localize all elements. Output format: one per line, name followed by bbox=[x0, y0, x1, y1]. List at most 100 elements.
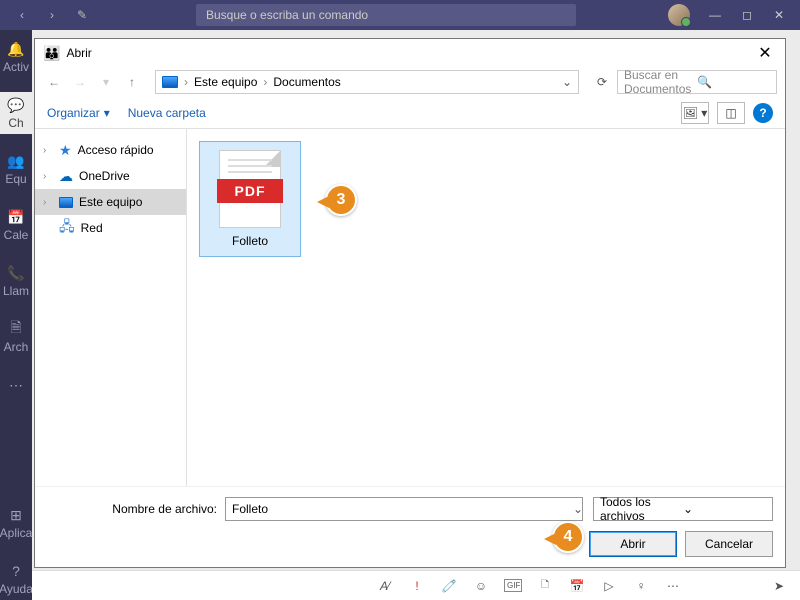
filename-input[interactable] bbox=[225, 497, 583, 521]
nav-forward-icon[interactable]: › bbox=[40, 3, 64, 27]
rail-teams[interactable]: 👥 Equ bbox=[0, 148, 32, 190]
more-compose-icon[interactable]: ⋯ bbox=[664, 579, 682, 593]
expand-icon[interactable]: › bbox=[43, 145, 53, 156]
back-icon[interactable]: ← bbox=[43, 71, 65, 93]
help-icon: ? bbox=[7, 562, 25, 580]
breadcrumb[interactable]: › Este equipo › Documentos ⌄ bbox=[155, 70, 579, 94]
view-mode-button[interactable]: 🖼 ▾ bbox=[681, 102, 709, 124]
important-icon[interactable]: ! bbox=[408, 579, 426, 593]
close-icon[interactable]: ✕ bbox=[753, 43, 777, 63]
filename-dropdown-icon[interactable]: ⌄ bbox=[571, 497, 585, 521]
chevron-down-icon[interactable]: ⌄ bbox=[562, 75, 572, 89]
file-list: PDF Folleto 3 bbox=[187, 129, 785, 486]
file-item-folleto[interactable]: PDF Folleto bbox=[199, 141, 301, 257]
rail-calls[interactable]: 📞 Llam bbox=[0, 260, 32, 302]
minimize-icon[interactable]: — bbox=[700, 0, 730, 30]
up-icon[interactable]: ↑ bbox=[121, 71, 143, 93]
bell-icon: 🔔 bbox=[7, 40, 25, 58]
new-folder-button[interactable]: Nueva carpeta bbox=[128, 106, 206, 120]
organize-button[interactable]: Organizar ▾ bbox=[47, 106, 110, 120]
breadcrumb-root[interactable]: Este equipo bbox=[194, 75, 257, 89]
organize-label: Organizar bbox=[47, 106, 100, 120]
rail-apps[interactable]: ⊞ Aplica bbox=[0, 502, 32, 544]
nav-back-icon[interactable]: ‹ bbox=[10, 3, 34, 27]
pc-icon bbox=[162, 76, 178, 88]
teams-icon: 👥 bbox=[7, 152, 25, 170]
pdf-badge: PDF bbox=[217, 179, 283, 203]
tree-label: Este equipo bbox=[79, 195, 142, 209]
tree-onedrive[interactable]: ›☁OneDrive bbox=[35, 163, 186, 189]
emoji-icon[interactable]: ☺ bbox=[472, 579, 490, 593]
rail-help[interactable]: ? Ayuda bbox=[0, 558, 32, 600]
file-name-label: Folleto bbox=[232, 234, 268, 248]
network-icon: 🖧 bbox=[59, 216, 75, 240]
user-avatar[interactable] bbox=[668, 4, 690, 26]
open-file-dialog: 👪 Abrir ✕ ← → ▾ ↑ › Este equipo › Docume… bbox=[34, 38, 786, 568]
search-documents-input[interactable]: Buscar en Documentos 🔍 bbox=[617, 70, 777, 94]
compose-icon[interactable]: ✎ bbox=[70, 3, 94, 27]
gif-icon[interactable]: GIF bbox=[504, 579, 522, 592]
recent-dropdown-icon[interactable]: ▾ bbox=[95, 71, 117, 93]
chevron-right-icon: › bbox=[184, 75, 188, 89]
rail-files[interactable]: 🗎 Arch bbox=[0, 316, 32, 358]
compose-toolbar: A⁄ ! 🧷 ☺ GIF 🗅 📅 ▷ ♀ ⋯ ➤ bbox=[32, 570, 800, 600]
cancel-button[interactable]: Cancelar bbox=[685, 531, 773, 557]
teams-app-icon: 👪 bbox=[43, 45, 60, 62]
help-icon[interactable]: ? bbox=[753, 103, 773, 123]
command-search-input[interactable] bbox=[196, 4, 576, 26]
expand-icon[interactable]: › bbox=[43, 197, 53, 208]
tree-network[interactable]: 🖧 Red bbox=[35, 215, 186, 241]
rail-label: Cale bbox=[4, 228, 29, 242]
filter-label: Todos los archivos bbox=[600, 495, 683, 523]
forward-icon[interactable]: → bbox=[69, 71, 91, 93]
rail-more[interactable]: ⋯ bbox=[0, 372, 32, 398]
tree-quick-access[interactable]: › ★ Acceso rápido bbox=[35, 137, 186, 163]
app-rail: 🔔 Activ 💬 Ch 👥 Equ 📅 Cale 📞 Llam 🗎 Arch ⋯ ⊞ Apl… bbox=[0, 30, 32, 600]
chevron-down-icon: ⌄ bbox=[683, 502, 766, 516]
tree-label: Acceso rápido bbox=[78, 143, 154, 157]
file-type-filter[interactable]: Todos los archivos⌄ bbox=[593, 497, 773, 521]
tree-label: Red bbox=[81, 221, 103, 235]
rail-label: Ch bbox=[8, 116, 23, 130]
apps-icon: ⊞ bbox=[7, 506, 25, 524]
tree-this-pc[interactable]: › Este equipo bbox=[35, 189, 186, 215]
chat-icon: 💬 bbox=[7, 96, 25, 114]
attach-icon[interactable]: 🧷 bbox=[440, 579, 458, 593]
rail-label: Llam bbox=[3, 284, 29, 298]
star-icon: ★ bbox=[59, 142, 72, 159]
rail-label: Aplica bbox=[0, 526, 32, 540]
search-placeholder: Buscar en Documentos bbox=[624, 68, 697, 96]
search-icon: 🔍 bbox=[697, 75, 770, 89]
callout-4: 4 bbox=[552, 521, 584, 553]
app-titlebar: ‹ › ✎ — ◻ ✕ bbox=[0, 0, 800, 30]
maximize-icon[interactable]: ◻ bbox=[732, 0, 762, 30]
chevron-down-icon: ▾ bbox=[104, 106, 110, 120]
pdf-file-icon: PDF bbox=[219, 150, 281, 228]
breadcrumb-folder[interactable]: Documentos bbox=[273, 75, 340, 89]
phone-icon: 📞 bbox=[7, 264, 25, 282]
rail-label: Arch bbox=[4, 340, 29, 354]
rail-label: Activ bbox=[3, 60, 29, 74]
rail-activity[interactable]: 🔔 Activ bbox=[0, 36, 32, 78]
file-icon: 🗎 bbox=[7, 320, 25, 338]
stream-icon[interactable]: ▷ bbox=[600, 579, 618, 593]
send-icon[interactable]: ➤ bbox=[770, 579, 788, 593]
rail-chat[interactable]: 💬 Ch bbox=[0, 92, 32, 134]
rail-label: Ayuda bbox=[0, 582, 33, 596]
dialog-title: Abrir bbox=[66, 46, 91, 60]
expand-icon[interactable]: › bbox=[43, 171, 53, 182]
rail-label: Equ bbox=[5, 172, 26, 186]
close-window-icon[interactable]: ✕ bbox=[764, 0, 794, 30]
open-button[interactable]: Abrir bbox=[589, 531, 677, 557]
more-icon: ⋯ bbox=[7, 376, 25, 394]
preview-pane-button[interactable]: ◫ bbox=[717, 102, 745, 124]
pc-icon bbox=[59, 197, 73, 208]
meet-icon[interactable]: 📅 bbox=[568, 579, 586, 593]
rail-calendar[interactable]: 📅 Cale bbox=[0, 204, 32, 246]
refresh-icon[interactable]: ⟳ bbox=[591, 75, 613, 89]
calendar-icon: 📅 bbox=[7, 208, 25, 226]
praise-icon[interactable]: ♀ bbox=[632, 579, 650, 593]
folder-tree: ›★Acceso rápido ›☁OneDrive ›Este equipo … bbox=[35, 129, 187, 486]
format-icon[interactable]: A⁄ bbox=[376, 579, 394, 593]
sticker-icon[interactable]: 🗅 bbox=[536, 575, 554, 596]
